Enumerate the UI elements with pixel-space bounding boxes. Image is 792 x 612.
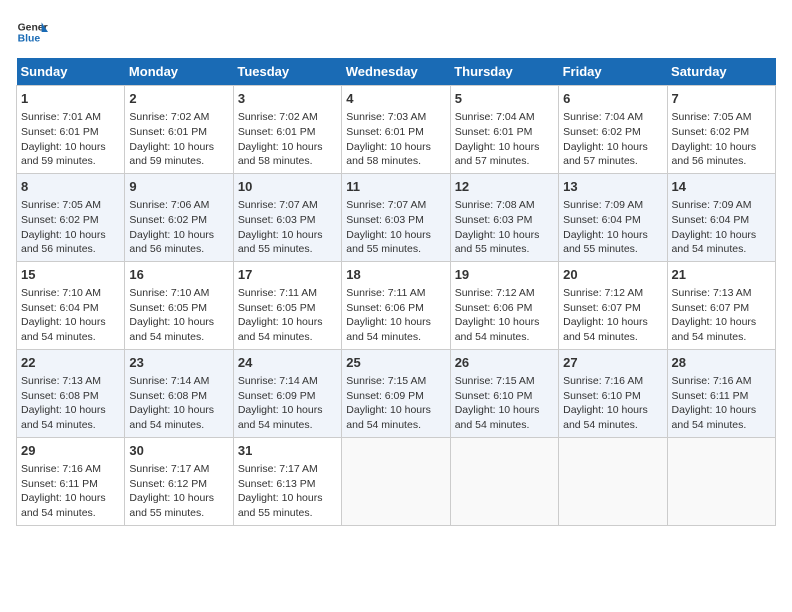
calendar-cell: 2Sunrise: 7:02 AM Sunset: 6:01 PM Daylig… [125,86,233,174]
day-number: 11 [346,178,445,196]
day-number: 2 [129,90,228,108]
calendar-cell: 5Sunrise: 7:04 AM Sunset: 6:01 PM Daylig… [450,86,558,174]
logo-icon: General Blue [16,16,48,48]
day-number: 27 [563,354,662,372]
day-header-sunday: Sunday [17,58,125,86]
calendar-cell: 10Sunrise: 7:07 AM Sunset: 6:03 PM Dayli… [233,173,341,261]
day-number: 21 [672,266,771,284]
day-header-tuesday: Tuesday [233,58,341,86]
day-number: 3 [238,90,337,108]
calendar-cell: 14Sunrise: 7:09 AM Sunset: 6:04 PM Dayli… [667,173,775,261]
calendar-cell: 20Sunrise: 7:12 AM Sunset: 6:07 PM Dayli… [559,261,667,349]
calendar-cell: 11Sunrise: 7:07 AM Sunset: 6:03 PM Dayli… [342,173,450,261]
day-number: 6 [563,90,662,108]
calendar-cell: 25Sunrise: 7:15 AM Sunset: 6:09 PM Dayli… [342,349,450,437]
day-header-wednesday: Wednesday [342,58,450,86]
calendar-cell: 30Sunrise: 7:17 AM Sunset: 6:12 PM Dayli… [125,437,233,525]
calendar-week-3: 15Sunrise: 7:10 AM Sunset: 6:04 PM Dayli… [17,261,776,349]
day-number: 17 [238,266,337,284]
calendar-cell: 21Sunrise: 7:13 AM Sunset: 6:07 PM Dayli… [667,261,775,349]
calendar-cell: 18Sunrise: 7:11 AM Sunset: 6:06 PM Dayli… [342,261,450,349]
calendar-week-1: 1Sunrise: 7:01 AM Sunset: 6:01 PM Daylig… [17,86,776,174]
calendar-week-2: 8Sunrise: 7:05 AM Sunset: 6:02 PM Daylig… [17,173,776,261]
logo: General Blue [16,16,48,48]
day-number: 31 [238,442,337,460]
calendar-cell: 19Sunrise: 7:12 AM Sunset: 6:06 PM Dayli… [450,261,558,349]
day-number: 23 [129,354,228,372]
calendar-cell: 7Sunrise: 7:05 AM Sunset: 6:02 PM Daylig… [667,86,775,174]
calendar-cell [667,437,775,525]
day-number: 22 [21,354,120,372]
page-header: General Blue [16,16,776,48]
calendar-cell: 17Sunrise: 7:11 AM Sunset: 6:05 PM Dayli… [233,261,341,349]
day-number: 29 [21,442,120,460]
day-header-friday: Friday [559,58,667,86]
day-number: 4 [346,90,445,108]
day-number: 15 [21,266,120,284]
calendar-cell: 29Sunrise: 7:16 AM Sunset: 6:11 PM Dayli… [17,437,125,525]
day-number: 19 [455,266,554,284]
day-number: 10 [238,178,337,196]
calendar-cell: 16Sunrise: 7:10 AM Sunset: 6:05 PM Dayli… [125,261,233,349]
calendar-header: SundayMondayTuesdayWednesdayThursdayFrid… [17,58,776,86]
day-number: 14 [672,178,771,196]
calendar-cell: 26Sunrise: 7:15 AM Sunset: 6:10 PM Dayli… [450,349,558,437]
calendar-cell: 9Sunrise: 7:06 AM Sunset: 6:02 PM Daylig… [125,173,233,261]
calendar-week-5: 29Sunrise: 7:16 AM Sunset: 6:11 PM Dayli… [17,437,776,525]
calendar-cell: 15Sunrise: 7:10 AM Sunset: 6:04 PM Dayli… [17,261,125,349]
calendar-cell: 22Sunrise: 7:13 AM Sunset: 6:08 PM Dayli… [17,349,125,437]
calendar-body: 1Sunrise: 7:01 AM Sunset: 6:01 PM Daylig… [17,86,776,526]
day-number: 26 [455,354,554,372]
calendar-cell: 3Sunrise: 7:02 AM Sunset: 6:01 PM Daylig… [233,86,341,174]
calendar-cell: 24Sunrise: 7:14 AM Sunset: 6:09 PM Dayli… [233,349,341,437]
day-number: 8 [21,178,120,196]
day-header-saturday: Saturday [667,58,775,86]
calendar-table: SundayMondayTuesdayWednesdayThursdayFrid… [16,58,776,526]
day-number: 7 [672,90,771,108]
day-number: 9 [129,178,228,196]
day-number: 12 [455,178,554,196]
svg-text:Blue: Blue [18,34,41,45]
calendar-cell: 8Sunrise: 7:05 AM Sunset: 6:02 PM Daylig… [17,173,125,261]
calendar-cell: 12Sunrise: 7:08 AM Sunset: 6:03 PM Dayli… [450,173,558,261]
calendar-cell: 4Sunrise: 7:03 AM Sunset: 6:01 PM Daylig… [342,86,450,174]
calendar-cell: 23Sunrise: 7:14 AM Sunset: 6:08 PM Dayli… [125,349,233,437]
calendar-week-4: 22Sunrise: 7:13 AM Sunset: 6:08 PM Dayli… [17,349,776,437]
day-number: 18 [346,266,445,284]
calendar-cell: 31Sunrise: 7:17 AM Sunset: 6:13 PM Dayli… [233,437,341,525]
day-number: 24 [238,354,337,372]
calendar-cell [559,437,667,525]
day-number: 20 [563,266,662,284]
day-number: 30 [129,442,228,460]
day-header-monday: Monday [125,58,233,86]
calendar-cell [342,437,450,525]
calendar-cell: 1Sunrise: 7:01 AM Sunset: 6:01 PM Daylig… [17,86,125,174]
calendar-cell: 6Sunrise: 7:04 AM Sunset: 6:02 PM Daylig… [559,86,667,174]
day-number: 28 [672,354,771,372]
day-number: 13 [563,178,662,196]
calendar-cell [450,437,558,525]
day-number: 1 [21,90,120,108]
day-number: 25 [346,354,445,372]
day-number: 5 [455,90,554,108]
calendar-cell: 13Sunrise: 7:09 AM Sunset: 6:04 PM Dayli… [559,173,667,261]
calendar-cell: 28Sunrise: 7:16 AM Sunset: 6:11 PM Dayli… [667,349,775,437]
day-header-thursday: Thursday [450,58,558,86]
day-number: 16 [129,266,228,284]
calendar-cell: 27Sunrise: 7:16 AM Sunset: 6:10 PM Dayli… [559,349,667,437]
